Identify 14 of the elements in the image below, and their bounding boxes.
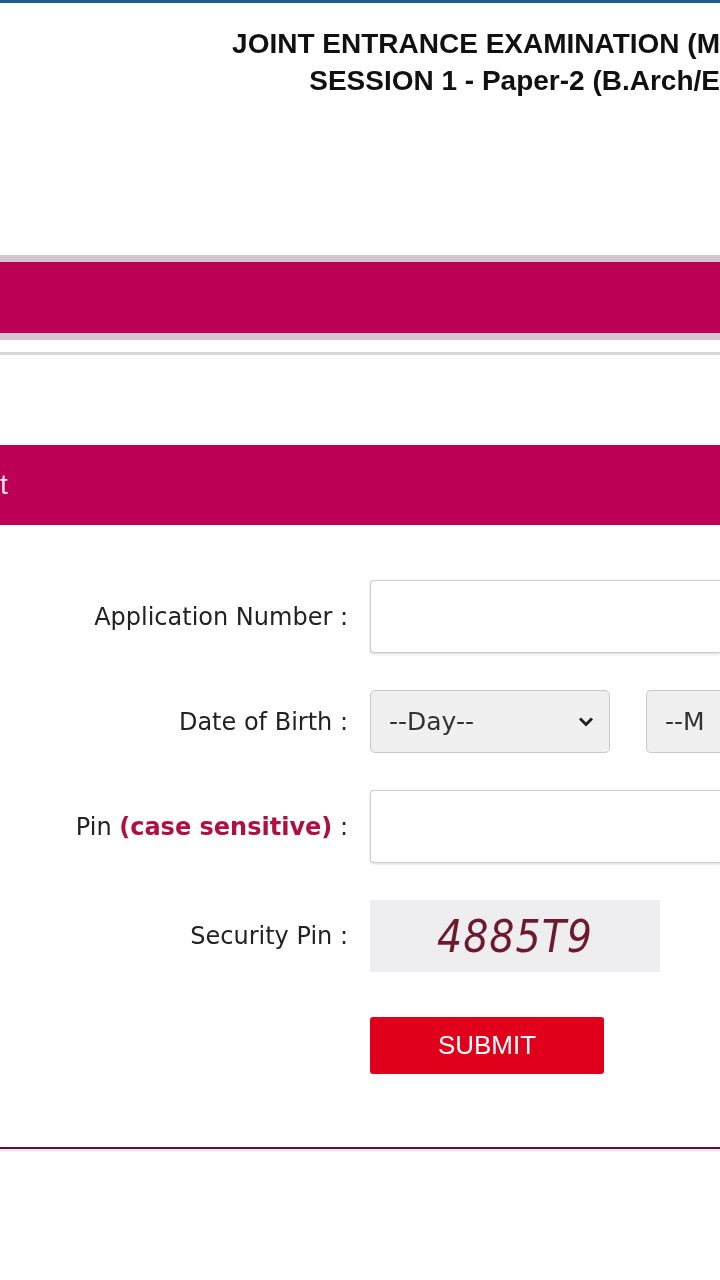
page-title: JOINT ENTRANCE EXAMINATION (M xyxy=(232,27,720,61)
input-field[interactable] xyxy=(370,580,720,653)
field-label: Date of Birth : xyxy=(178,707,348,736)
submit-button[interactable]: SUBMIT xyxy=(370,1017,604,1074)
input-field[interactable] xyxy=(370,790,720,863)
field-label: Security Pin : xyxy=(190,922,348,950)
chevron-icon xyxy=(577,715,595,728)
captcha-image: 4885T9 xyxy=(370,900,660,972)
field-label: Pin (case sensitive) : xyxy=(75,812,348,841)
dropdown[interactable]: --M xyxy=(646,690,720,753)
page-title: SESSION 1 - Paper-2 (B.Arch/E xyxy=(309,64,720,98)
section-title: t xyxy=(0,469,8,501)
dropdown[interactable]: --Day-- xyxy=(370,690,610,753)
field-label: Application Number : xyxy=(94,602,348,631)
